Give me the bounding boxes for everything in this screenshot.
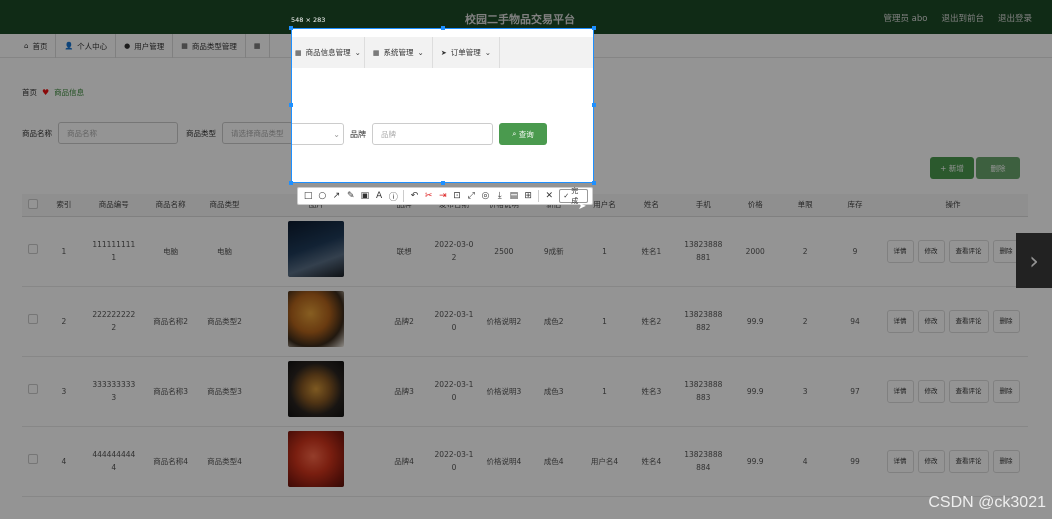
resize-handle[interactable] bbox=[592, 26, 596, 30]
brand-label: 品牌 bbox=[350, 129, 366, 139]
resize-handle[interactable] bbox=[592, 181, 596, 185]
scissors-icon[interactable]: ✂ bbox=[423, 191, 435, 201]
query-button[interactable]: ⌕ 查询 bbox=[499, 123, 547, 145]
resize-handle[interactable] bbox=[441, 26, 445, 30]
ocr-icon[interactable]: ⊡ bbox=[451, 191, 463, 201]
toolbar-divider bbox=[403, 190, 405, 202]
resize-handle[interactable] bbox=[289, 103, 293, 107]
arrow-tool-icon[interactable]: ↗ bbox=[330, 191, 342, 201]
selection-search: ⌄ 品牌 品牌 ⌕ 查询 bbox=[292, 123, 547, 145]
query-label: 查询 bbox=[518, 129, 534, 139]
number-tool-icon[interactable]: ⓘ bbox=[387, 190, 399, 203]
nav-item-orders[interactable]: ➤ 订单管理 ⌄ bbox=[433, 37, 501, 68]
mouse-cursor-icon: ➤ bbox=[578, 201, 587, 212]
grid-icon: ▦ bbox=[372, 48, 380, 57]
resize-handle[interactable] bbox=[441, 181, 445, 185]
send-icon: ➤ bbox=[440, 48, 447, 57]
pen-tool-icon[interactable]: ✎ bbox=[345, 191, 357, 201]
chevron-down-icon: ⌄ bbox=[417, 48, 424, 57]
snip-toolbar: □ ○ ↗ ✎ ▣ A ⓘ ↶ ✂ ⇥ ⊡ ⤢ ◎ ⤓ ▤ ⊞ ✕ ✓ 完成 bbox=[297, 187, 593, 205]
text-tool-icon[interactable]: A bbox=[373, 191, 385, 201]
record-icon[interactable]: ◎ bbox=[479, 191, 491, 201]
nav-label: 系统管理 bbox=[383, 48, 414, 57]
resize-handle[interactable] bbox=[592, 103, 596, 107]
ellipse-tool-icon[interactable]: ○ bbox=[316, 191, 328, 201]
undo-icon[interactable]: ↶ bbox=[408, 191, 420, 201]
toolbar-divider bbox=[538, 190, 540, 202]
selection-size-label: 548 × 283 bbox=[291, 16, 326, 24]
resize-handle[interactable] bbox=[289, 181, 293, 185]
selection-nav-strip: ▦ 商品信息管理 ⌄ ▦ 系统管理 ⌄ ➤ 订单管理 ⌄ bbox=[292, 37, 593, 68]
save-icon[interactable]: ▤ bbox=[508, 191, 520, 201]
resize-handle[interactable] bbox=[289, 26, 293, 30]
nav-item-system[interactable]: ▦ 系统管理 ⌄ bbox=[365, 37, 433, 68]
long-shot-icon[interactable]: ⤢ bbox=[465, 191, 477, 201]
check-icon: ✓ bbox=[563, 192, 570, 200]
mosaic-tool-icon[interactable]: ▣ bbox=[359, 191, 371, 201]
download-icon[interactable]: ⤓ bbox=[494, 191, 506, 201]
nav-item-goods-info[interactable]: ▦ 商品信息管理 ⌄ bbox=[292, 37, 365, 68]
brand-input[interactable]: 品牌 bbox=[372, 123, 493, 145]
nav-label: 订单管理 bbox=[450, 48, 481, 57]
translate-icon[interactable]: ⊞ bbox=[522, 191, 534, 201]
chevron-down-icon: ⌄ bbox=[333, 129, 340, 139]
chevron-down-icon: ⌄ bbox=[484, 48, 492, 57]
snip-selection[interactable]: ▦ 商品信息管理 ⌄ ▦ 系统管理 ⌄ ➤ 订单管理 ⌄ ⌄ 品牌 品牌 ⌕ 查询 bbox=[291, 28, 594, 183]
rectangle-tool-icon[interactable]: □ bbox=[302, 191, 314, 201]
pin-icon[interactable]: ⇥ bbox=[437, 191, 449, 201]
close-icon[interactable]: ✕ bbox=[543, 191, 555, 201]
goods-type-select-stub[interactable]: ⌄ bbox=[292, 123, 344, 145]
watermark: CSDN @ck3021 bbox=[928, 494, 1046, 511]
chevron-down-icon: ⌄ bbox=[354, 48, 361, 57]
nav-label: 商品信息管理 bbox=[305, 48, 351, 57]
search-icon: ⌕ bbox=[512, 129, 517, 138]
grid-icon: ▦ bbox=[295, 48, 302, 57]
